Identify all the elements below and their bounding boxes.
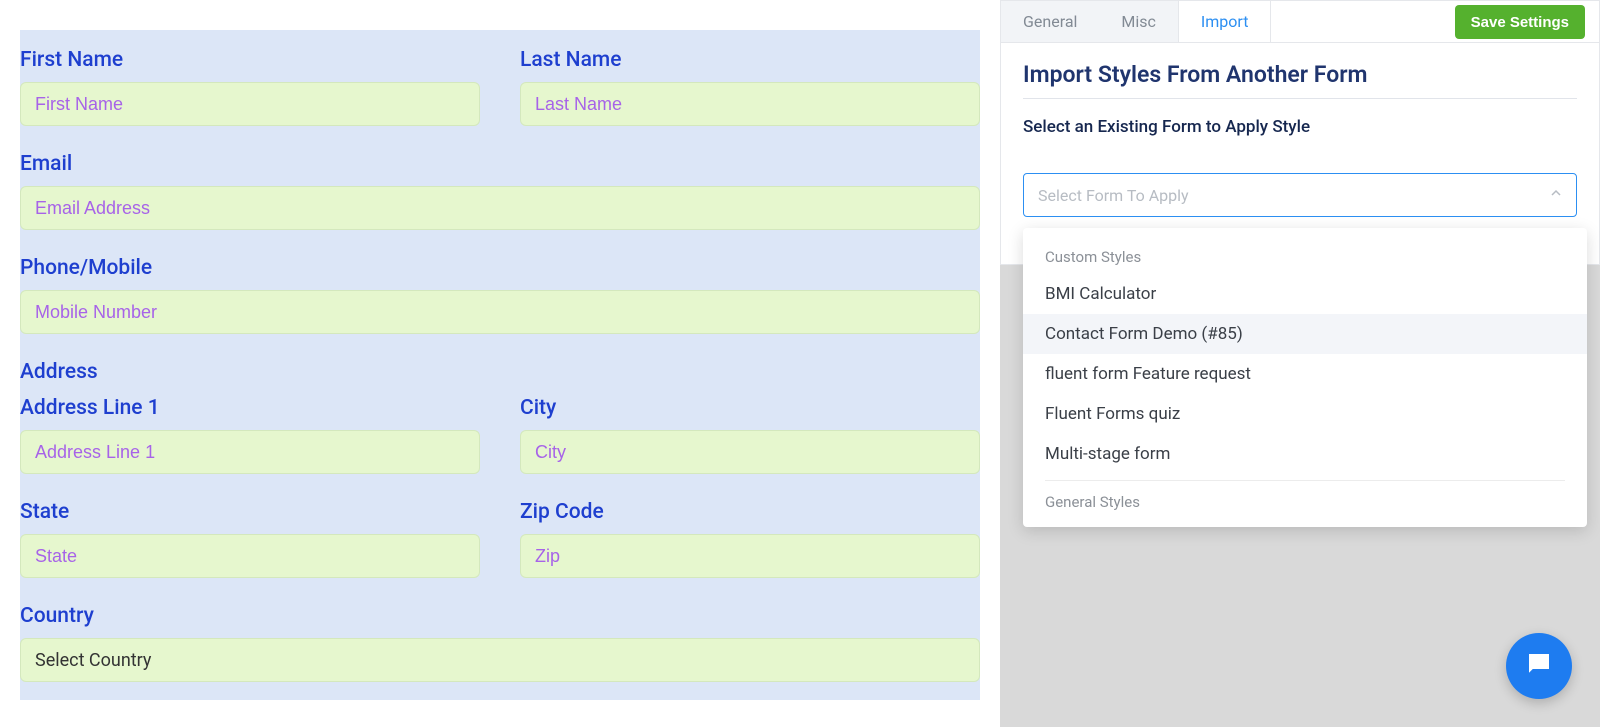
last-name-input[interactable] bbox=[520, 82, 980, 126]
form-preview-panel: First Name Last Name Email Phone/Mobile … bbox=[0, 0, 1000, 727]
form-select-dropdown[interactable]: Select Form To Apply bbox=[1023, 173, 1577, 217]
email-label: Email bbox=[20, 152, 980, 176]
settings-card: General Misc Import Save Settings Import… bbox=[1000, 0, 1600, 265]
tab-misc[interactable]: Misc bbox=[1099, 1, 1178, 42]
state-input[interactable] bbox=[20, 534, 480, 578]
dropdown-group-custom: Custom Styles bbox=[1023, 236, 1587, 274]
dropdown-option[interactable]: BMI Calculator bbox=[1045, 274, 1565, 314]
form-select-placeholder: Select Form To Apply bbox=[1038, 186, 1189, 205]
chevron-up-icon bbox=[1550, 187, 1562, 203]
first-name-input[interactable] bbox=[20, 82, 480, 126]
address-line1-input[interactable] bbox=[20, 430, 480, 474]
dropdown-option[interactable]: Fluent Forms quiz bbox=[1045, 394, 1565, 434]
tab-general[interactable]: General bbox=[1001, 1, 1099, 42]
save-settings-button[interactable]: Save Settings bbox=[1455, 5, 1585, 39]
form-select-popup: Custom Styles BMI Calculator Contact For… bbox=[1023, 228, 1587, 527]
phone-input[interactable] bbox=[20, 290, 980, 334]
state-label: State bbox=[20, 500, 480, 524]
address-section-label: Address bbox=[20, 360, 980, 384]
popup-scroll[interactable]: Custom Styles BMI Calculator Contact For… bbox=[1023, 228, 1587, 527]
chat-fab-button[interactable] bbox=[1506, 633, 1572, 699]
dropdown-option[interactable]: fluent form Feature request bbox=[1045, 354, 1565, 394]
dropdown-option[interactable]: Multi-stage form bbox=[1045, 434, 1565, 474]
phone-label: Phone/Mobile bbox=[20, 256, 980, 280]
zip-label: Zip Code bbox=[520, 500, 980, 524]
email-input[interactable] bbox=[20, 186, 980, 230]
import-panel-title: Import Styles From Another Form bbox=[1023, 61, 1577, 99]
country-label: Country bbox=[20, 604, 980, 628]
tab-import[interactable]: Import bbox=[1178, 1, 1272, 42]
city-input[interactable] bbox=[520, 430, 980, 474]
country-select[interactable]: Select Country bbox=[20, 638, 980, 682]
import-panel-subtitle: Select an Existing Form to Apply Style bbox=[1023, 117, 1577, 137]
last-name-label: Last Name bbox=[520, 48, 980, 72]
zip-input[interactable] bbox=[520, 534, 980, 578]
settings-panel: General Misc Import Save Settings Import… bbox=[1000, 0, 1600, 727]
form-container: First Name Last Name Email Phone/Mobile … bbox=[20, 30, 980, 700]
dropdown-option[interactable]: Contact Form Demo (#85) bbox=[1023, 314, 1587, 354]
import-panel-body: Import Styles From Another Form Select a… bbox=[1001, 43, 1599, 235]
address-line1-label: Address Line 1 bbox=[20, 396, 480, 420]
tab-bar: General Misc Import Save Settings bbox=[1001, 1, 1599, 43]
city-label: City bbox=[520, 396, 980, 420]
chat-icon bbox=[1524, 649, 1554, 683]
first-name-label: First Name bbox=[20, 48, 480, 72]
dropdown-group-general: General Styles bbox=[1023, 481, 1587, 519]
